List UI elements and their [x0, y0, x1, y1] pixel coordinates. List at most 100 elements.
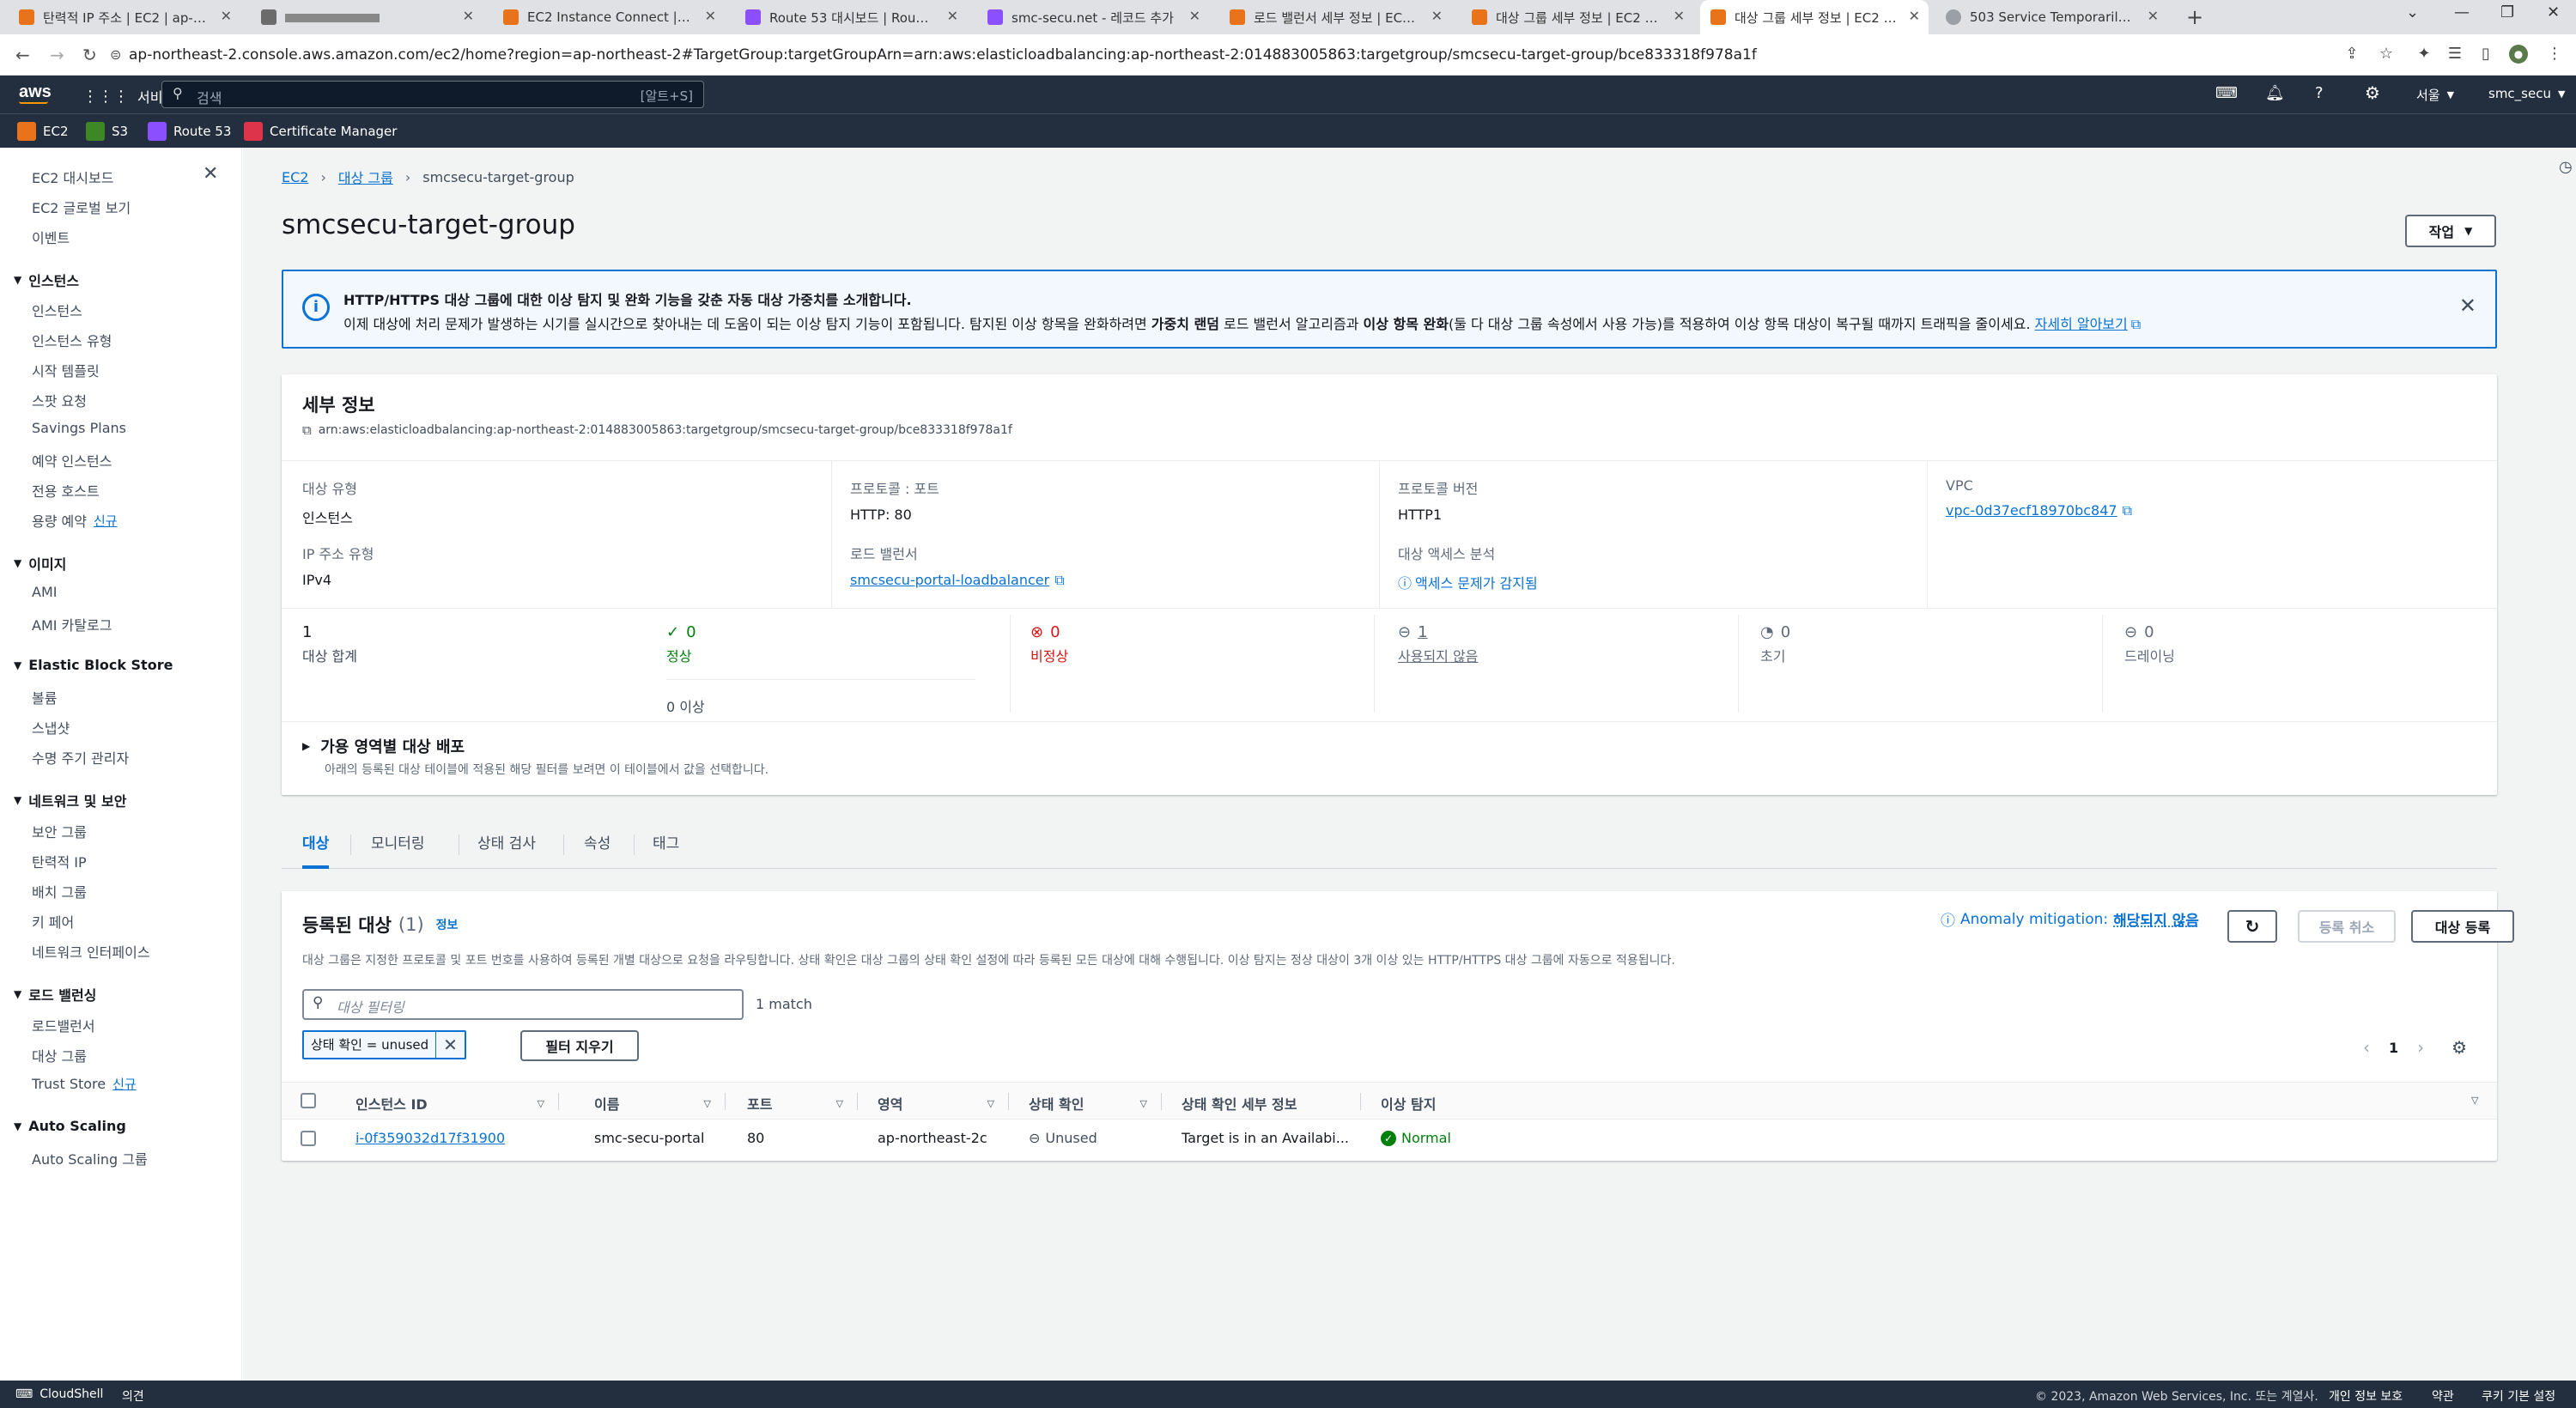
clear-filters-button[interactable]: 필터 지우기	[520, 1030, 639, 1061]
sidebar-item-ec2-dashboard[interactable]: EC2 대시보드	[32, 167, 113, 187]
cloudshell-button[interactable]: ⌨ CloudShell	[15, 1387, 103, 1401]
sidebar-section-images[interactable]: ▼ 이미지	[14, 553, 66, 574]
close-icon[interactable]: ✕	[2148, 8, 2159, 24]
sidebar-item-volumes[interactable]: 볼륨	[32, 687, 57, 707]
stat-unused[interactable]: ⊖ 1 사용되지 않음	[1398, 623, 1478, 665]
sidebar-section-ebs[interactable]: ▼ Elastic Block Store	[14, 657, 173, 673]
help-icon[interactable]: ?	[2315, 84, 2324, 102]
vpc-link[interactable]: vpc-0d37ecf18970bc847	[1946, 502, 2117, 519]
cookie-preferences-link[interactable]: 쿠키 기본 설정	[2482, 1387, 2555, 1405]
browser-tab-active[interactable]: 대상 그룹 세부 정보 | EC2 | ap-northeast-2✕	[1700, 0, 1929, 34]
tab-targets[interactable]: 대상	[302, 821, 330, 869]
reading-list-icon[interactable]: ☰	[2445, 45, 2464, 64]
close-icon[interactable]: ✕	[463, 8, 474, 24]
stat-healthy[interactable]: ✓ 0 정상 0 이상	[666, 623, 984, 716]
preferences-gear-icon[interactable]: ⚙	[2451, 1037, 2467, 1058]
sidebar-item-ami[interactable]: AMI	[32, 584, 57, 600]
terms-link[interactable]: 약관	[2432, 1387, 2454, 1405]
url-field[interactable]: ap-northeast-2.console.aws.amazon.com/ec…	[129, 41, 2318, 69]
copy-icon[interactable]: ⧉	[302, 422, 312, 438]
sidebar-item-spot-requests[interactable]: 스팟 요청	[32, 390, 87, 410]
page-number[interactable]: 1	[2389, 1040, 2398, 1056]
row-checkbox[interactable]	[301, 1131, 316, 1146]
info-link[interactable]: 정보	[436, 916, 459, 933]
notifications-bell-icon[interactable]: 🔔︎	[2265, 84, 2285, 102]
tab-tags[interactable]: 태그	[653, 821, 679, 867]
tab-attributes[interactable]: 속성	[584, 821, 611, 867]
sidebar-item-snapshots[interactable]: 스냅샷	[32, 717, 70, 737]
sidebar-item-reserved-instances[interactable]: 예약 인스턴스	[32, 450, 112, 470]
register-targets-button[interactable]: 대상 등록	[2411, 910, 2514, 943]
feedback-link[interactable]: 의견	[122, 1387, 144, 1405]
stat-draining[interactable]: ⊖ 0 드레이닝	[2124, 623, 2175, 665]
sidebar-item-elastic-ips[interactable]: 탄력적 IP	[32, 851, 87, 871]
close-icon[interactable]: ✕	[221, 8, 232, 24]
deregister-button[interactable]: 등록 취소	[2298, 910, 2396, 943]
sidebar-item-events[interactable]: 이벤트	[32, 227, 70, 247]
browser-tab[interactable]: ✕	[251, 0, 483, 34]
close-icon[interactable]: ✕	[705, 8, 716, 24]
forward-icon[interactable]: →	[50, 45, 64, 65]
sidebar-item-dedicated-hosts[interactable]: 전용 호스트	[32, 480, 100, 501]
anomaly-mitigation-value[interactable]: 해당되지 않음	[2113, 908, 2199, 930]
sidebar-item-auto-scaling-groups[interactable]: Auto Scaling 그룹	[32, 1148, 148, 1168]
column-name[interactable]: 이름 ▽	[594, 1093, 711, 1114]
close-sidebar-icon[interactable]: ✕	[203, 163, 218, 185]
instance-id-link[interactable]: i-0f359032d17f31900	[355, 1130, 505, 1146]
load-balancer-link[interactable]: smcsecu-portal-loadbalancer	[850, 572, 1049, 588]
sidebar-item-load-balancers[interactable]: 로드밸런서	[32, 1015, 95, 1035]
table-row[interactable]: i-0f359032d17f31900 smc-secu-portal 80 a…	[282, 1120, 2497, 1159]
close-icon[interactable]: ✕	[947, 8, 958, 24]
sidebar-section-network-security[interactable]: ▼ 네트워크 및 보안	[14, 790, 126, 810]
settings-gear-icon[interactable]: ⚙	[2365, 82, 2380, 103]
sidebar-item-key-pairs[interactable]: 키 페어	[32, 911, 74, 932]
back-icon[interactable]: ←	[15, 45, 30, 65]
close-icon[interactable]: ✕	[1909, 8, 1920, 24]
aws-logo[interactable]: aws	[19, 82, 52, 102]
az-distribution-toggle[interactable]: ▶ 가용 영역별 대상 배포	[302, 735, 465, 757]
breadcrumb-ec2[interactable]: EC2	[282, 169, 308, 185]
dismiss-flash-icon[interactable]: ✕	[2459, 294, 2476, 318]
stat-initial[interactable]: ◔ 0 초기	[1760, 623, 1790, 665]
remove-filter-icon[interactable]: ✕	[436, 1035, 465, 1055]
browser-tab[interactable]: 503 Service Temporarily Unavailable✕	[1935, 0, 2167, 34]
restore-icon[interactable]: ❐	[2500, 3, 2514, 21]
access-issue-link[interactable]: 액세스 문제가 감지됨	[1415, 575, 1538, 592]
side-panel-icon[interactable]: ▯	[2476, 45, 2495, 64]
actions-button[interactable]: 작업 ▼	[2405, 215, 2496, 247]
search-box[interactable]: ⚲ 검색 [알트+S]	[161, 81, 704, 108]
tab-health-checks[interactable]: 상태 검사	[477, 821, 536, 867]
close-icon[interactable]: ✕	[1189, 8, 1200, 24]
sidebar-item-placement-groups[interactable]: 배치 그룹	[32, 881, 87, 901]
tools-panel-icon[interactable]: ◷	[2559, 158, 2573, 176]
tab-search-icon[interactable]: ⌄	[2406, 3, 2419, 21]
chevron-right-icon[interactable]: ›	[2417, 1037, 2424, 1058]
sidebar-item-security-groups[interactable]: 보안 그룹	[32, 821, 87, 841]
sidebar-item-launch-templates[interactable]: 시작 템플릿	[32, 360, 100, 380]
refresh-button[interactable]: ↻	[2227, 910, 2277, 943]
stat-unhealthy[interactable]: ⊗ 0 비정상	[1030, 623, 1068, 665]
cloudshell-icon[interactable]: ⌨	[2215, 84, 2238, 102]
learn-more-link[interactable]: 자세히 알아보기	[2035, 316, 2128, 332]
sidebar-item-instance-types[interactable]: 인스턴스 유형	[32, 330, 112, 350]
column-health-detail[interactable]: 상태 확인 세부 정보	[1182, 1093, 1297, 1114]
new-tab-icon[interactable]: +	[2186, 5, 2203, 29]
minimize-icon[interactable]: —	[2454, 3, 2470, 21]
close-icon[interactable]: ✕	[1431, 8, 1443, 24]
reload-icon[interactable]: ↻	[82, 45, 97, 65]
browser-tab[interactable]: 로드 밸런서 세부 정보 | EC2 | ap-northeast-2✕	[1219, 0, 1451, 34]
sidebar-section-load-balancing[interactable]: ▼ 로드 밸런싱	[14, 984, 96, 1004]
privacy-link[interactable]: 개인 정보 보호	[2329, 1387, 2403, 1405]
browser-tab[interactable]: 대상 그룹 세부 정보 | EC2 | ap-northeast-2✕	[1461, 0, 1693, 34]
filter-input[interactable]: ⚲ 대상 필터링	[302, 989, 744, 1020]
bookmark-star-icon[interactable]: ☆	[2377, 45, 2396, 64]
browser-tab[interactable]: EC2 Instance Connect | ap-northeast-2✕	[493, 0, 725, 34]
sidebar-item-instances[interactable]: 인스턴스	[32, 300, 82, 320]
region-selector[interactable]: 서울 ▼	[2416, 86, 2454, 104]
chevron-left-icon[interactable]: ‹	[2363, 1037, 2370, 1058]
column-port[interactable]: 포트 ▽	[747, 1093, 843, 1114]
sidebar-item-trust-store[interactable]: Trust Store 신규	[32, 1075, 137, 1093]
column-health[interactable]: 상태 확인 ▽	[1029, 1093, 1147, 1114]
column-anomaly[interactable]: 이상 탐지	[1381, 1093, 1436, 1114]
browser-menu-icon[interactable]: ⋮	[2545, 45, 2564, 64]
